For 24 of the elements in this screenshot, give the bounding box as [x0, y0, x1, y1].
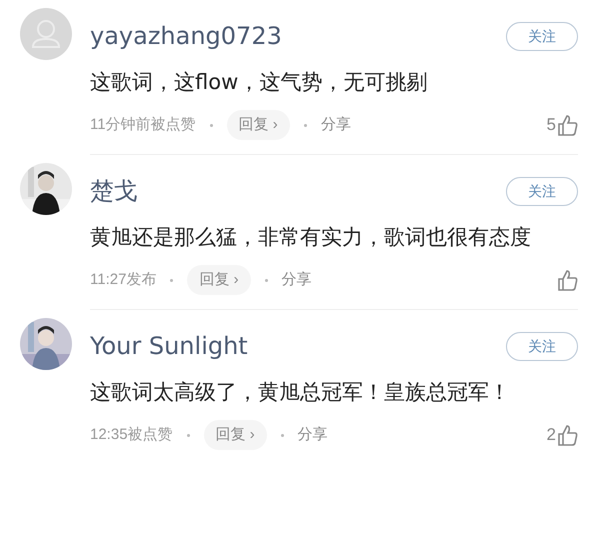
reply-button[interactable]: 回复 › [226, 110, 290, 140]
comment-text: 这歌词太高级了，黄旭总冠军！皇族总冠军！ [90, 379, 511, 406]
follow-button[interactable]: 关注 [506, 332, 578, 360]
share-button[interactable]: 分享 [320, 114, 351, 136]
username[interactable]: Your Sunlight [90, 328, 248, 364]
share-button[interactable]: 分享 [282, 268, 312, 292]
thumbs-up-icon[interactable] [558, 269, 578, 291]
timestamp: 12:35被点赞 [90, 424, 173, 445]
follow-button[interactable]: 关注 [506, 176, 578, 206]
timestamp: 11分钟前被点赞 [90, 114, 196, 135]
reply-button[interactable]: 回复 › [204, 420, 267, 450]
comment-text: 黄旭还是那么猛，非常有实力，歌词也很有态度 [90, 224, 532, 251]
follow-button[interactable]: 关注 [506, 22, 578, 50]
thumbs-up-icon[interactable] [558, 114, 578, 136]
avatar-icon [20, 8, 72, 60]
reply-button[interactable]: 回复 › [187, 265, 251, 295]
username[interactable]: 楚戈 [90, 173, 138, 209]
share-button[interactable]: 分享 [298, 424, 328, 446]
timestamp: 11:27发布 [90, 270, 156, 290]
like-count: 5 [546, 114, 556, 136]
like-count: 2 [546, 424, 556, 446]
thumbs-up-icon[interactable] [558, 424, 578, 446]
username[interactable]: yayazhang0723 [90, 18, 282, 54]
comment-text: 这歌词，这flow，这气势，无可挑剔 [90, 69, 428, 96]
